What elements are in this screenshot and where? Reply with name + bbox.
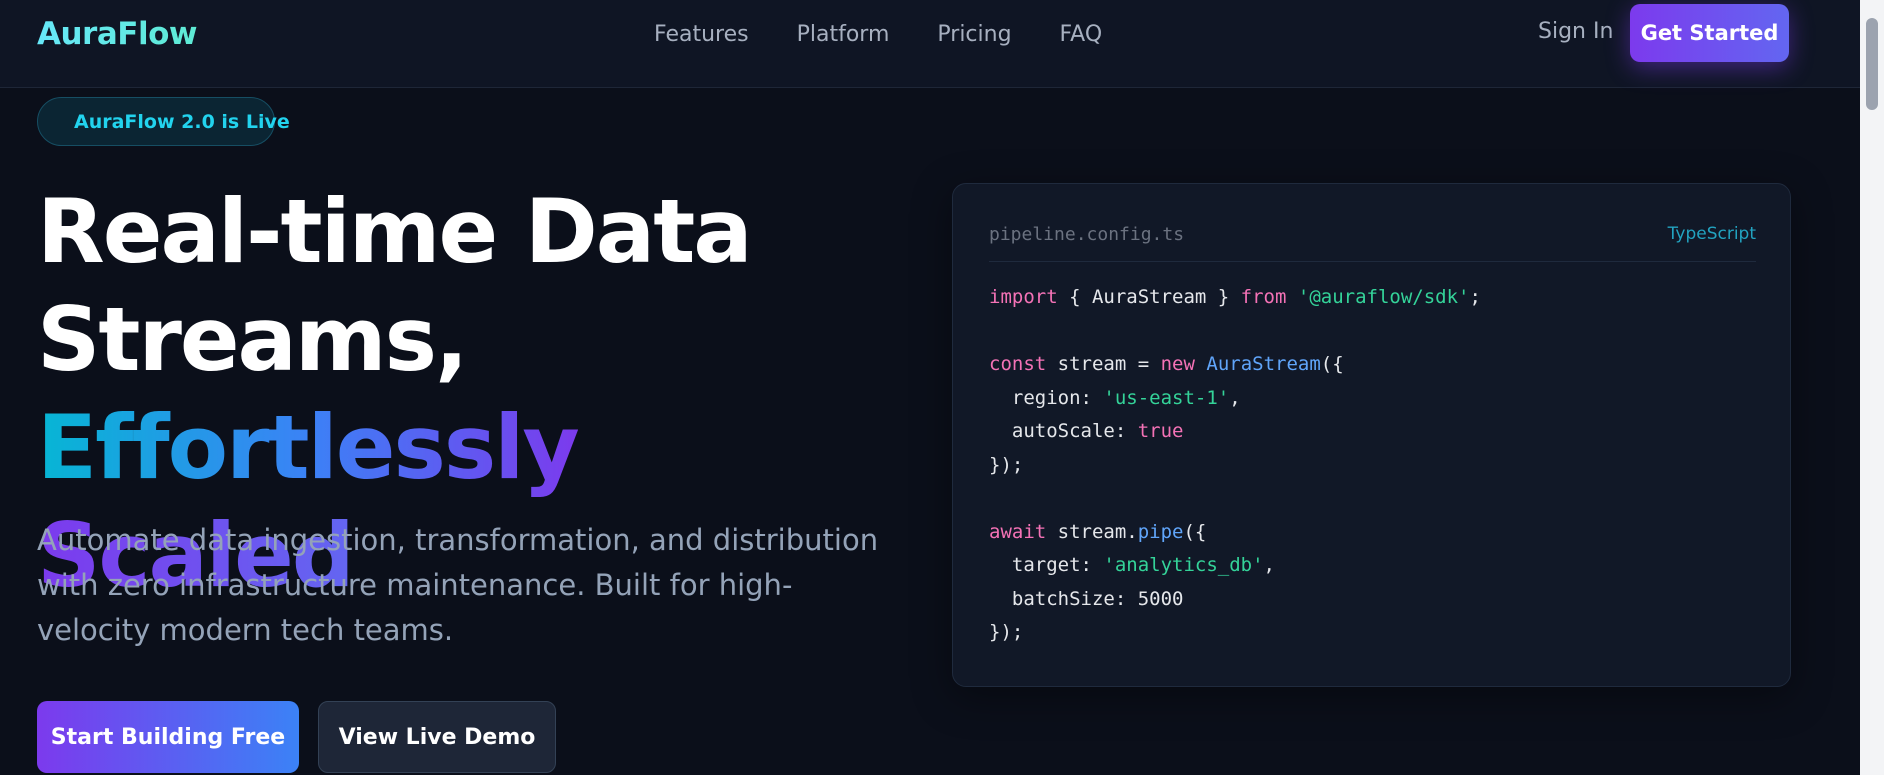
get-started-button[interactable]: Get Started [1630, 4, 1789, 62]
code-token: await [989, 520, 1047, 543]
code-token: ({ [1183, 520, 1207, 543]
code-token: target: [989, 554, 1104, 576]
code-token: batchSize: 5000 [989, 587, 1184, 610]
view-demo-button[interactable]: View Live Demo [318, 701, 556, 773]
code-token: from [1240, 286, 1287, 308]
code-token: ; [1469, 286, 1481, 308]
code-token: , [1229, 386, 1241, 409]
code-window: pipeline.config.ts TypeScript import { A… [952, 183, 1791, 687]
hero-title-line1: Real-time Data [37, 180, 753, 283]
code-body: import { AuraStream } from '@auraflow/sd… [989, 281, 1481, 650]
code-line: await stream.pipe({ [989, 516, 1481, 550]
code-token: stream. [1046, 520, 1138, 543]
code-line: batchSize: 5000 [989, 583, 1481, 617]
code-token: AuraStream [1206, 353, 1321, 375]
code-line: target: 'analytics_db', [989, 549, 1481, 583]
nav-link-pricing[interactable]: Pricing [937, 22, 1011, 47]
hero-title-line2-plain: Streams, [37, 288, 468, 391]
logo[interactable]: AuraFlow [37, 16, 198, 52]
code-line: import { AuraStream } from '@auraflow/sd… [989, 281, 1481, 315]
hero-title-highlight: Effortlessly [37, 396, 580, 499]
code-header: pipeline.config.ts TypeScript [989, 224, 1756, 262]
code-token: stream = [1046, 353, 1161, 375]
start-building-button[interactable]: Start Building Free [37, 701, 299, 773]
code-token: , [1263, 554, 1275, 576]
code-line: region: 'us-east-1', [989, 382, 1481, 416]
top-nav: AuraFlow Features Platform Pricing FAQ S… [0, 0, 1860, 88]
code-line: const stream = new AuraStream({ [989, 348, 1481, 382]
nav-link-platform[interactable]: Platform [797, 22, 890, 47]
code-token: ({ [1320, 353, 1344, 375]
code-token: { AuraStream } [1057, 286, 1241, 308]
code-language-label: TypeScript [1667, 224, 1756, 244]
code-line: }); [989, 449, 1481, 483]
nav-link-faq[interactable]: FAQ [1060, 22, 1103, 47]
code-token: pipe [1137, 520, 1184, 543]
code-line: }); [989, 616, 1481, 650]
code-token: true [1137, 420, 1184, 442]
code-token: new [1160, 353, 1195, 375]
code-token: 'analytics_db' [1103, 554, 1264, 576]
nav-links: Features Platform Pricing FAQ [654, 22, 1150, 47]
code-filename: pipeline.config.ts [989, 224, 1185, 245]
release-badge[interactable]: AuraFlow 2.0 is Live [37, 97, 290, 146]
hero-description: Automate data ingestion, transformation,… [37, 523, 879, 647]
code-token: region: [989, 386, 1104, 409]
code-token: import [989, 286, 1058, 308]
code-line: autoScale: true [989, 415, 1481, 449]
code-token: }); [989, 453, 1024, 476]
page-scrollbar[interactable] [1860, 0, 1884, 775]
nav-link-features[interactable]: Features [654, 22, 749, 47]
sign-in-link[interactable]: Sign In [1538, 19, 1613, 44]
code-token: const [989, 353, 1047, 375]
code-token: '@auraflow/sdk' [1297, 286, 1470, 308]
code-token: }); [989, 621, 1024, 643]
code-token: autoScale: [989, 420, 1138, 442]
badge-text: AuraFlow 2.0 is Live [74, 110, 290, 133]
scrollbar-thumb[interactable] [1866, 18, 1878, 110]
code-token: 'us-east-1' [1103, 386, 1230, 409]
